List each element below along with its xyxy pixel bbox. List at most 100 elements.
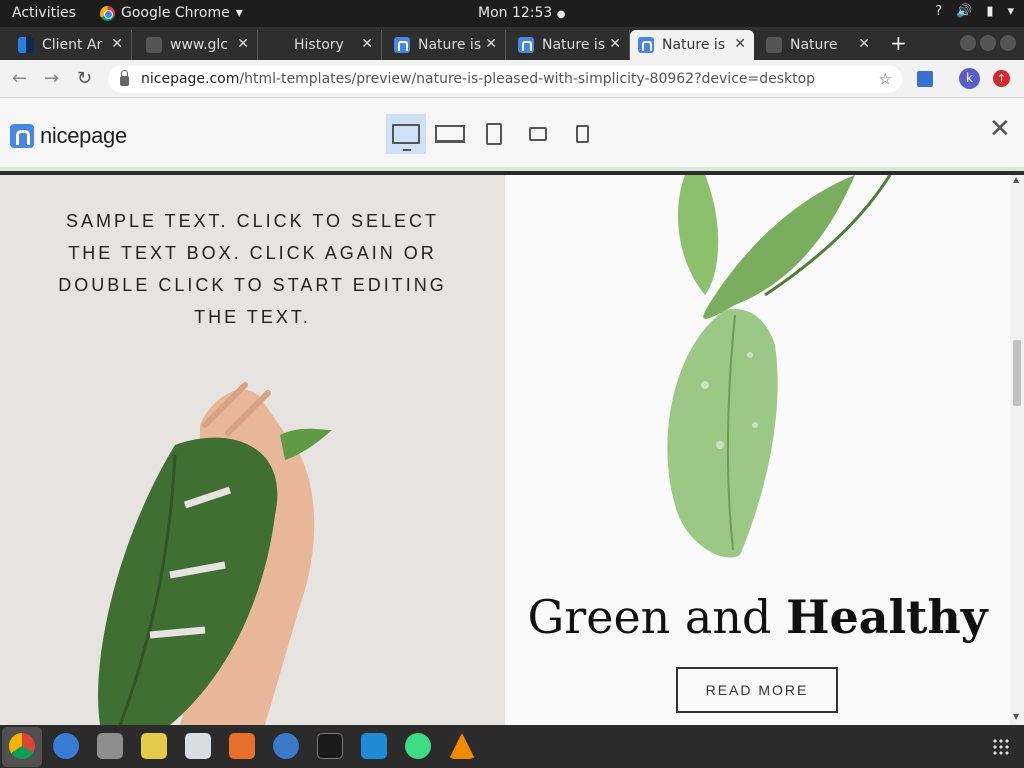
- profile-avatar[interactable]: k: [959, 68, 980, 89]
- back-button[interactable]: ←: [12, 68, 27, 89]
- leaf-image: [667, 175, 892, 558]
- nicepage-icon: [394, 37, 410, 53]
- maximize-icon[interactable]: [980, 35, 996, 51]
- page-scrollbar[interactable]: ▲ ▼: [1010, 175, 1024, 725]
- battery-icon[interactable]: ▮: [986, 4, 993, 19]
- close-preview-button[interactable]: ✕: [989, 114, 1011, 144]
- laptop-icon: [435, 125, 465, 143]
- nicepage-logo[interactable]: nicepage: [10, 123, 127, 149]
- logo-text: nicepage: [40, 123, 127, 148]
- thunderbird-icon[interactable]: [53, 733, 79, 759]
- clock[interactable]: Mon 12:53 ●: [478, 5, 566, 21]
- document-viewer-icon[interactable]: [185, 733, 211, 759]
- tab-title: Nature is: [542, 37, 606, 53]
- close-icon[interactable]: ✕: [111, 36, 123, 52]
- client-icon: [18, 37, 34, 53]
- tab-nature-2[interactable]: Nature is ✕: [510, 30, 630, 60]
- help-icon[interactable]: ?: [935, 4, 942, 19]
- app-menu-label: Google Chrome: [121, 5, 230, 21]
- tab-title: www.glc: [170, 37, 228, 53]
- reload-button[interactable]: ↻: [77, 68, 92, 89]
- new-tab-button[interactable]: +: [890, 31, 907, 55]
- headline-regular: Green and: [527, 590, 787, 644]
- device-phone-button[interactable]: [562, 114, 602, 154]
- forward-button[interactable]: →: [44, 68, 59, 89]
- tab-title: Nature is: [418, 37, 482, 53]
- tab-title: Client Ar: [42, 37, 103, 53]
- url-path: /html-templates/preview/nature-is-please…: [239, 71, 816, 87]
- hand-with-leaf-image: [98, 382, 332, 725]
- history-icon: [270, 37, 286, 53]
- left-image-panel: SAMPLE TEXT. CLICK TO SELECT THE TEXT BO…: [0, 175, 505, 725]
- tab-www[interactable]: www.glc ✕: [138, 30, 258, 60]
- android-studio-icon[interactable]: [405, 733, 431, 759]
- browser-toolbar: ← → ↻ nicepage.com /html-templates/previ…: [0, 60, 1024, 98]
- scroll-down-icon[interactable]: ▼: [1013, 712, 1019, 721]
- volume-icon[interactable]: 🔊: [956, 4, 972, 19]
- chevron-down-icon: ▾: [235, 5, 243, 21]
- close-window-icon[interactable]: [1000, 35, 1016, 51]
- close-icon[interactable]: ✕: [609, 36, 621, 52]
- system-tray[interactable]: ? 🔊 ▮ ▾: [935, 4, 1014, 19]
- headline[interactable]: Green and Healthy: [505, 590, 1010, 644]
- device-tablet-landscape-button[interactable]: [518, 114, 558, 154]
- vscode-icon[interactable]: [361, 733, 387, 759]
- close-icon[interactable]: ✕: [361, 36, 373, 52]
- tab-nature-active[interactable]: Nature is ✕: [630, 30, 754, 60]
- device-tablet-button[interactable]: [474, 114, 514, 154]
- window-controls: [960, 35, 1016, 51]
- vlc-icon[interactable]: [449, 733, 475, 759]
- clock-text: Mon 12:53: [478, 5, 553, 21]
- desktop-icon: [392, 124, 420, 151]
- read-more-button[interactable]: READ MORE: [676, 667, 838, 713]
- url-host: nicepage.com: [141, 71, 240, 87]
- headline-bold: Healthy: [786, 590, 988, 644]
- preview-header: nicepage ✕: [0, 98, 1024, 171]
- tab-strip: Client Ar ✕ www.glc ✕ History ✕ Nature i…: [0, 27, 1024, 60]
- gnome-top-bar: Activities Google Chrome ▾ Mon 12:53 ● ?…: [0, 0, 1024, 27]
- save-extension-icon[interactable]: [917, 71, 933, 87]
- terminal-icon[interactable]: [317, 733, 343, 759]
- app-menu[interactable]: Google Chrome ▾: [100, 5, 243, 21]
- software-center-icon[interactable]: [229, 733, 255, 759]
- nicepage-icon: [518, 37, 534, 53]
- tab-nature-3[interactable]: Nature ✕: [758, 30, 878, 60]
- device-desktop-button[interactable]: [386, 114, 426, 154]
- scroll-thumb[interactable]: [1013, 340, 1021, 406]
- device-laptop-button[interactable]: [430, 114, 470, 154]
- close-icon[interactable]: ✕: [858, 36, 870, 52]
- tab-nature-1[interactable]: Nature is ✕: [386, 30, 506, 60]
- close-icon[interactable]: ✕: [485, 36, 497, 52]
- help-icon[interactable]: [273, 733, 299, 759]
- tab-title: History: [294, 37, 344, 53]
- rhythmbox-icon[interactable]: [141, 733, 167, 759]
- show-applications-icon[interactable]: [992, 738, 1010, 756]
- minimize-icon[interactable]: [960, 35, 976, 51]
- right-content-panel: Green and Healthy READ MORE: [505, 175, 1010, 725]
- nicepage-icon: [638, 37, 654, 53]
- tab-title: Nature is: [662, 37, 726, 53]
- chrome-icon: [100, 5, 115, 21]
- tablet-icon: [486, 123, 502, 145]
- activities-button[interactable]: Activities: [12, 5, 76, 21]
- phone-icon: [575, 125, 589, 143]
- chevron-down-icon[interactable]: ▾: [1007, 4, 1014, 19]
- globe-icon: [146, 37, 162, 53]
- close-icon[interactable]: ✕: [237, 36, 249, 52]
- tab-title: Nature: [790, 37, 838, 53]
- tab-history[interactable]: History ✕: [262, 30, 382, 60]
- bookmark-star-icon[interactable]: ☆: [879, 70, 892, 88]
- files-icon[interactable]: [97, 733, 123, 759]
- nicepage-logo-icon: [10, 124, 34, 148]
- tablet-landscape-icon: [529, 127, 547, 141]
- close-icon[interactable]: ✕: [734, 36, 746, 52]
- chrome-icon[interactable]: [9, 733, 35, 759]
- ubuntu-dock: [0, 725, 1024, 768]
- tab-client-area[interactable]: Client Ar ✕: [10, 30, 132, 60]
- lock-icon[interactable]: [120, 70, 129, 86]
- notification-dot-icon: ●: [556, 9, 566, 20]
- page-preview: SAMPLE TEXT. CLICK TO SELECT THE TEXT BO…: [0, 175, 1010, 725]
- address-bar[interactable]: nicepage.com /html-templates/preview/nat…: [108, 65, 902, 93]
- upload-extension-icon[interactable]: ↑: [993, 70, 1010, 87]
- scroll-up-icon[interactable]: ▲: [1013, 175, 1019, 184]
